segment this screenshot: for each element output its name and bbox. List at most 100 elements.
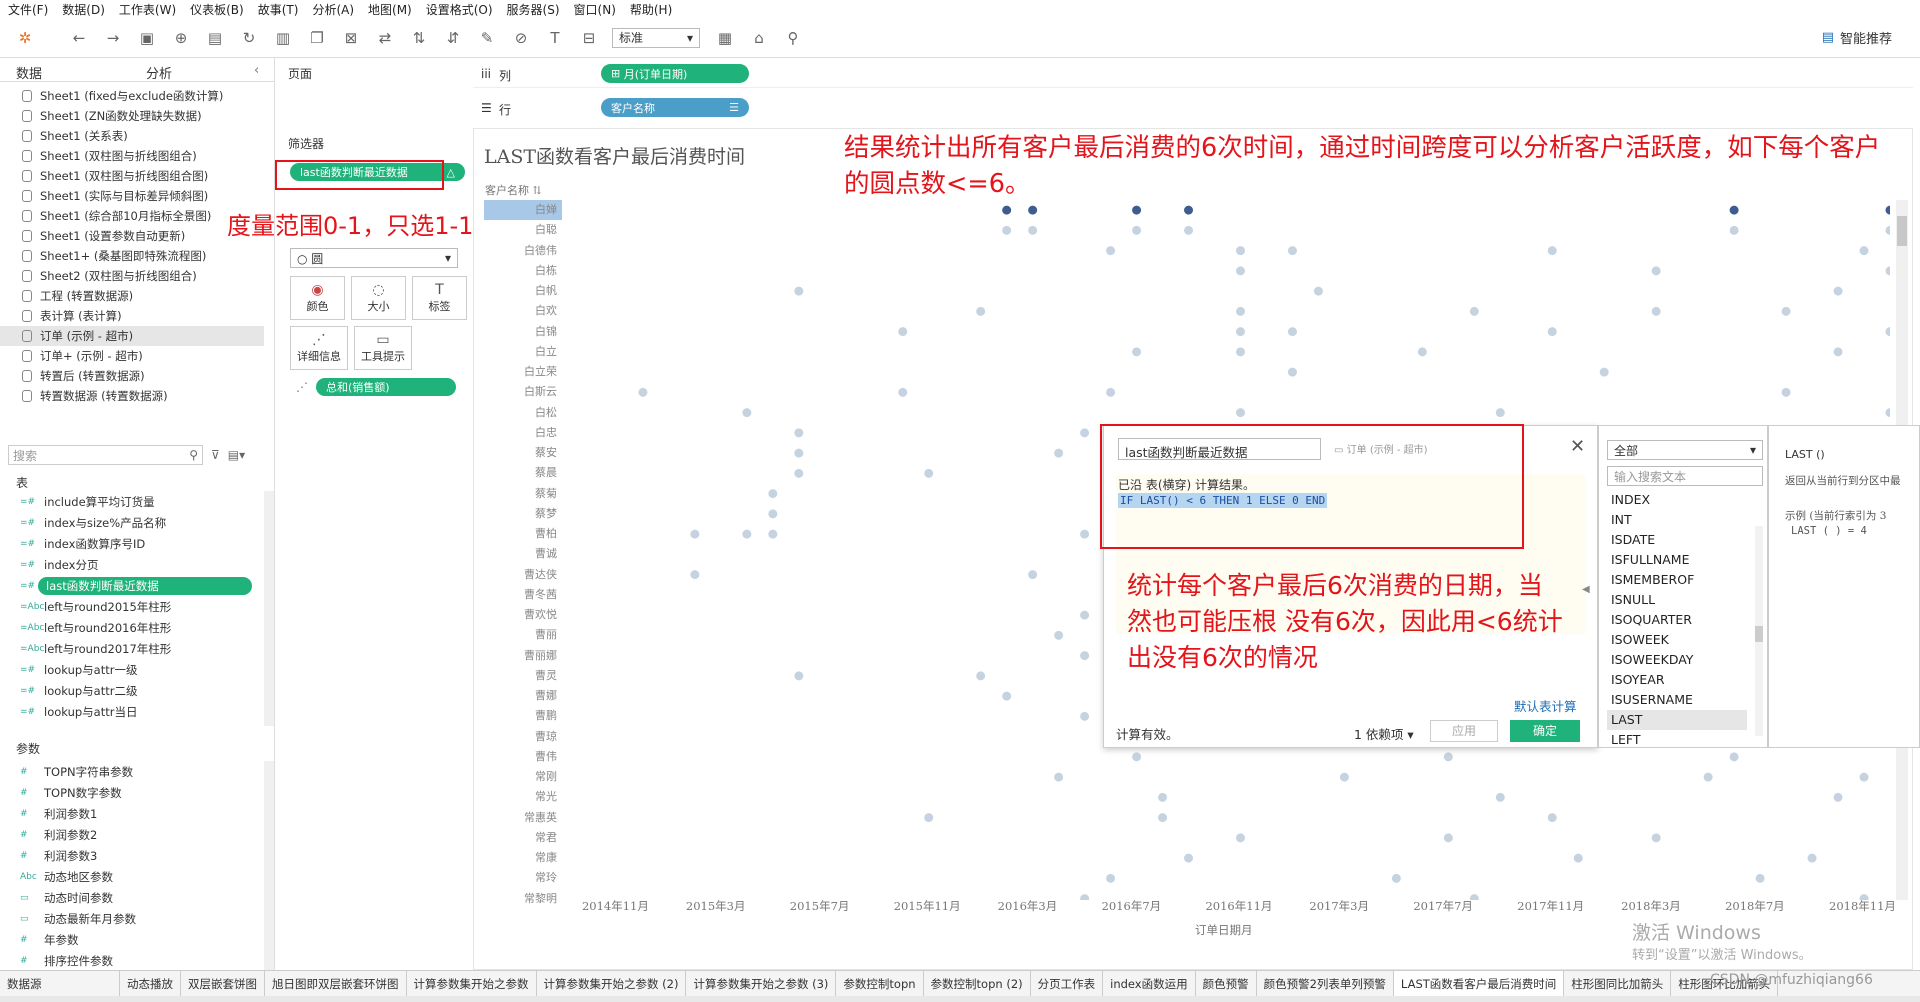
close-icon[interactable]: ✕: [1570, 436, 1585, 457]
datasource-item[interactable]: Sheet1 (ZN函数处理缺失数据): [0, 106, 274, 126]
data-point[interactable]: [1184, 853, 1194, 863]
data-point[interactable]: [1833, 347, 1843, 357]
data-point[interactable]: [1547, 813, 1557, 823]
parameter-item[interactable]: # TOPN字符串参数: [0, 761, 264, 782]
sheet-tab[interactable]: 颜色预警2列表单列预警: [1257, 971, 1394, 996]
data-point[interactable]: [1235, 833, 1245, 843]
data-point[interactable]: [1235, 408, 1245, 418]
sheet-tab[interactable]: 计算参数集开始之参数 (2): [537, 971, 687, 996]
field-item[interactable]: =# index函数算序号ID: [0, 533, 264, 554]
data-point[interactable]: [1132, 205, 1142, 215]
sheet-tab[interactable]: index函数运用: [1103, 971, 1196, 996]
datasource-item[interactable]: Sheet1 (双柱图与折线图组合): [0, 146, 274, 166]
new-worksheet-icon[interactable]: ▥: [272, 27, 294, 49]
data-point[interactable]: [1729, 752, 1739, 762]
save-icon[interactable]: ▣: [136, 27, 158, 49]
field-item[interactable]: =Abc left与round2017年柱形: [0, 638, 264, 659]
field-item[interactable]: =# lookup与attr当日: [0, 701, 264, 722]
data-point[interactable]: [1235, 266, 1245, 276]
data-point[interactable]: [638, 387, 648, 397]
view-options-icon[interactable]: ▤▾: [228, 448, 245, 462]
menu-item[interactable]: 帮助(H): [630, 1, 672, 18]
sheet-tab[interactable]: 数据源: [0, 971, 120, 996]
data-point[interactable]: [1807, 853, 1817, 863]
pause-update-icon[interactable]: ▤: [204, 27, 226, 49]
fit-select[interactable]: 标准 ▾: [612, 27, 700, 48]
data-point[interactable]: [1080, 529, 1090, 539]
menu-item[interactable]: 文件(F): [8, 1, 48, 18]
function-item[interactable]: INDEX: [1607, 490, 1747, 510]
data-point[interactable]: [1106, 246, 1116, 256]
field-search-input[interactable]: 搜索 ⚲: [8, 445, 203, 465]
datasource-item[interactable]: Sheet1 (关系表): [0, 126, 274, 146]
data-point[interactable]: [794, 448, 804, 458]
data-point[interactable]: [794, 671, 804, 681]
data-point[interactable]: [1729, 205, 1739, 215]
data-point[interactable]: [1469, 306, 1479, 316]
sheet-tab[interactable]: 旭日图即双层嵌套环饼图: [265, 971, 407, 996]
ok-button[interactable]: 确定: [1510, 720, 1580, 742]
menu-item[interactable]: 故事(T): [258, 1, 299, 18]
datasource-item[interactable]: 转置数据源 (转置数据源): [0, 386, 274, 406]
data-point[interactable]: [976, 306, 986, 316]
datasource-item[interactable]: Sheet1 (fixed与exclude函数计算): [0, 86, 274, 106]
function-item[interactable]: ISDATE: [1607, 530, 1747, 550]
datasource-item[interactable]: Sheet2 (双柱图与折线图组合): [0, 266, 274, 286]
data-point[interactable]: [1339, 772, 1349, 782]
data-point[interactable]: [690, 570, 700, 580]
data-point[interactable]: [1287, 246, 1297, 256]
parameter-item[interactable]: # 利润参数3: [0, 845, 264, 866]
data-point[interactable]: [1781, 387, 1791, 397]
menu-item[interactable]: 仪表板(B): [190, 1, 244, 18]
function-item[interactable]: ISOYEAR: [1607, 670, 1747, 690]
function-item[interactable]: ISUSERNAME: [1607, 690, 1747, 710]
data-point[interactable]: [1054, 448, 1064, 458]
swap-icon[interactable]: ⇄: [374, 27, 396, 49]
data-point[interactable]: [1547, 246, 1557, 256]
parameter-item[interactable]: # 年参数: [0, 929, 264, 950]
function-item[interactable]: ISOQUARTER: [1607, 610, 1747, 630]
data-point[interactable]: [1028, 570, 1038, 580]
function-item[interactable]: LAST: [1607, 710, 1747, 730]
data-point[interactable]: [1132, 225, 1142, 235]
function-category-select[interactable]: 全部 ▾: [1607, 440, 1763, 460]
menu-item[interactable]: 地图(M): [368, 1, 412, 18]
data-point[interactable]: [1417, 347, 1427, 357]
datasource-item[interactable]: 订单 (示例 - 超市): [0, 326, 264, 346]
smart-recommend-button[interactable]: ▤ 智能推荐: [1822, 28, 1892, 47]
data-point[interactable]: [794, 286, 804, 296]
data-point[interactable]: [1002, 691, 1012, 701]
data-point[interactable]: [1106, 387, 1116, 397]
field-item[interactable]: =# index与size%产品名称: [0, 512, 264, 533]
datasource-item[interactable]: 订单+ (示例 - 超市): [0, 346, 274, 366]
data-point[interactable]: [1859, 772, 1869, 782]
tab-data[interactable]: 数据: [0, 58, 130, 82]
data-point[interactable]: [768, 489, 778, 499]
data-point[interactable]: [1885, 408, 1891, 418]
data-point[interactable]: [1573, 853, 1583, 863]
data-point[interactable]: [1080, 610, 1090, 620]
dependencies-dropdown[interactable]: 1 依赖项 ▾: [1354, 724, 1414, 743]
collapse-functions-icon[interactable]: ◀: [1582, 584, 1590, 595]
data-point[interactable]: [898, 327, 908, 337]
duplicate-icon[interactable]: ❐: [306, 27, 328, 49]
rows-pill-customer[interactable]: 客户名称 ☰: [601, 98, 749, 117]
data-point[interactable]: [1287, 367, 1297, 377]
field-item[interactable]: =# lookup与attr一级: [0, 659, 264, 680]
data-point[interactable]: [1443, 752, 1453, 762]
data-point[interactable]: [1599, 367, 1609, 377]
sheet-tab[interactable]: LAST函数看客户最后消费时间: [1393, 971, 1565, 996]
sheet-tab[interactable]: 参数控制topn (2): [924, 971, 1031, 996]
data-point[interactable]: [1287, 327, 1297, 337]
data-point[interactable]: [1235, 306, 1245, 316]
data-point[interactable]: [1651, 833, 1661, 843]
data-point[interactable]: [1859, 246, 1869, 256]
data-point[interactable]: [1235, 327, 1245, 337]
data-point[interactable]: [1885, 225, 1891, 235]
data-point[interactable]: [1833, 792, 1843, 802]
collapse-pane-icon[interactable]: ‹: [250, 58, 263, 81]
measure-pill-sales[interactable]: 总和(销售额): [316, 378, 456, 396]
field-item[interactable]: =# last函数判断最近数据: [0, 575, 264, 596]
data-point[interactable]: [1729, 225, 1739, 235]
sort-asc-icon[interactable]: ⇅: [408, 27, 430, 49]
